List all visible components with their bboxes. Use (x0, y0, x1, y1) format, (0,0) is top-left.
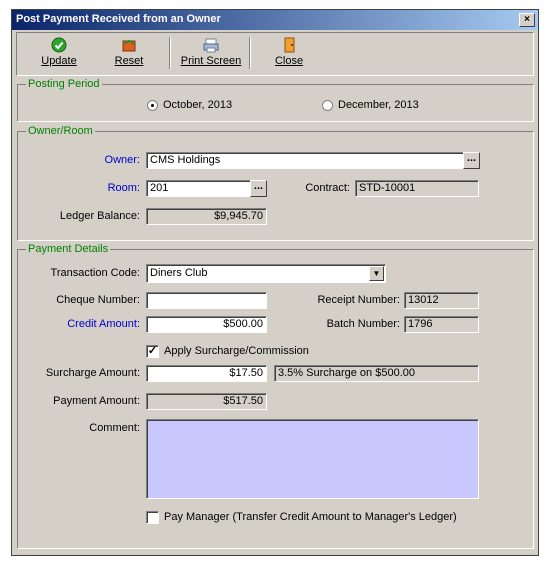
toolbar-separator (169, 37, 171, 69)
posting-period-group: Posting Period October, 2013 December, 2… (17, 78, 534, 122)
apply-surcharge-label[interactable]: Apply Surcharge/Commission (164, 345, 309, 357)
print-icon (203, 38, 219, 53)
window-title: Post Payment Received from an Owner (16, 13, 221, 25)
print-screen-label: Print Screen (180, 55, 242, 67)
chevron-down-icon[interactable]: ▼ (369, 266, 384, 281)
transaction-code-label: Transaction Code: (50, 267, 140, 279)
radio-december-label[interactable]: December, 2013 (338, 99, 419, 111)
radio-october[interactable] (147, 100, 158, 111)
surcharge-description: 3.5% Surcharge on $500.00 (274, 365, 479, 382)
owner-room-group: Owner/Room Owner: CMS Holdings ... Room:… (17, 125, 534, 241)
surcharge-amount-field[interactable]: $17.50 (146, 365, 267, 382)
title-bar[interactable]: Post Payment Received from an Owner × (12, 10, 538, 30)
radio-october-label[interactable]: October, 2013 (163, 99, 232, 111)
apply-surcharge-checkbox[interactable]: ✓ (146, 345, 159, 358)
transaction-code-select[interactable]: Diners Club (146, 264, 386, 283)
receipt-number-label: Receipt Number: (317, 294, 400, 306)
toolbar-separator (249, 37, 251, 69)
owner-field[interactable]: CMS Holdings (146, 152, 465, 169)
update-label: Update (41, 55, 77, 67)
credit-amount-label: Credit Amount: (67, 318, 140, 330)
cheque-number-label: Cheque Number: (56, 294, 140, 306)
contract-label: Contract: (305, 182, 350, 194)
close-window-button[interactable]: × (519, 13, 535, 27)
payment-amount-label: Payment Amount: (53, 395, 140, 407)
credit-amount-field[interactable]: $500.00 (146, 316, 267, 333)
update-button[interactable]: Update (31, 35, 87, 71)
toolbar: Update Reset Print Screen Close (16, 32, 534, 76)
reset-icon (122, 40, 136, 52)
batch-number-label: Batch Number: (326, 318, 400, 330)
pay-manager-checkbox[interactable] (146, 511, 159, 524)
posting-period-legend: Posting Period (26, 78, 102, 90)
room-field[interactable]: 201 (146, 180, 251, 197)
owner-label: Owner: (104, 154, 140, 166)
payment-amount-field: $517.50 (146, 393, 267, 410)
comment-label: Comment: (89, 422, 140, 434)
payment-details-legend: Payment Details (26, 243, 111, 255)
room-label: Room: (107, 182, 140, 194)
batch-number-field: 1796 (404, 316, 479, 333)
radio-december[interactable] (322, 100, 333, 111)
update-icon (51, 37, 67, 53)
surcharge-amount-label: Surcharge Amount: (45, 367, 140, 379)
owner-lookup-button[interactable]: ... (463, 152, 480, 169)
contract-field: STD-10001 (355, 180, 479, 197)
close-button[interactable]: Close (267, 35, 311, 71)
ledger-balance-field: $9,945.70 (146, 208, 267, 225)
close-label: Close (274, 55, 304, 67)
reset-button[interactable]: Reset (103, 35, 155, 71)
owner-room-legend: Owner/Room (26, 125, 95, 137)
comment-textarea[interactable] (146, 419, 479, 499)
door-icon (284, 37, 295, 53)
cheque-number-field[interactable] (146, 292, 267, 309)
print-screen-button[interactable]: Print Screen (177, 35, 245, 71)
reset-label: Reset (114, 55, 144, 67)
pay-manager-label[interactable]: Pay Manager (Transfer Credit Amount to M… (164, 511, 457, 523)
dialog-window: Post Payment Received from an Owner × Up… (11, 9, 539, 556)
receipt-number-field: 13012 (404, 292, 479, 309)
ledger-balance-label: Ledger Balance: (59, 210, 140, 222)
payment-details-group: Payment Details Transaction Code: Diners… (17, 243, 534, 549)
